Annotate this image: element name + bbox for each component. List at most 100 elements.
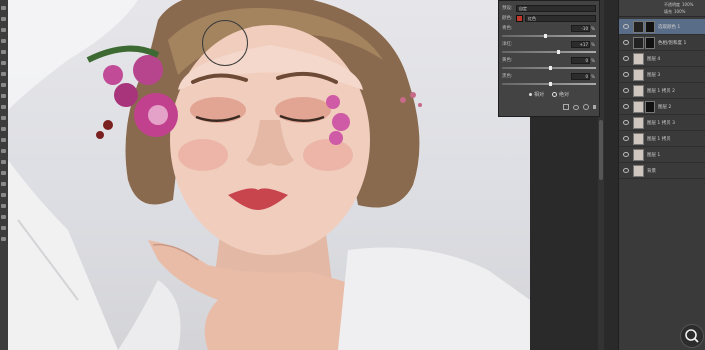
reset-icon[interactable]	[583, 104, 589, 110]
magenta-slider[interactable]	[502, 50, 596, 54]
tool-icon[interactable]	[1, 160, 6, 164]
cyan-slider[interactable]	[502, 34, 596, 38]
eye-icon[interactable]	[623, 168, 629, 173]
eye-icon[interactable]	[623, 72, 629, 77]
tool-icon[interactable]	[1, 182, 6, 186]
tool-icon[interactable]	[1, 204, 6, 208]
layer-thumbnail	[633, 100, 644, 113]
slider-knob[interactable]	[556, 50, 560, 54]
slider-label: 黑色:	[502, 74, 513, 79]
eye-icon[interactable]	[623, 104, 629, 109]
panel-footer	[502, 103, 596, 111]
percent-sign: %	[591, 73, 595, 79]
preset-row: 预设: 自定	[502, 4, 596, 12]
layers-header: 不透明度 100% 填充 100%	[619, 0, 705, 17]
portrait-photo	[8, 0, 530, 350]
slider-label: 青色:	[502, 26, 513, 31]
tool-icon[interactable]	[1, 39, 6, 43]
slider-label: 洋红:	[502, 42, 513, 47]
layer-name: 图层 1 拷贝 2	[647, 88, 676, 94]
layer-row[interactable]: 选取颜色 1	[619, 19, 705, 35]
layer-row[interactable]: 图层 1 拷贝	[619, 131, 705, 147]
tool-icon[interactable]	[1, 28, 6, 32]
layer-name: 图层 3	[647, 72, 661, 78]
clip-icon[interactable]	[563, 104, 569, 110]
layer-row[interactable]: 图层 1 拷贝 2	[619, 83, 705, 99]
layer-name: 选取颜色 1	[658, 24, 681, 30]
brush-cursor	[202, 20, 248, 66]
opacity-input[interactable]: 100%	[682, 2, 693, 8]
slider-value-input[interactable]: +17	[571, 40, 590, 48]
slider-value-input[interactable]: -10	[571, 24, 590, 32]
layer-row[interactable]: 图层 1 拷贝 3	[619, 115, 705, 131]
percent-sign: %	[591, 41, 595, 47]
layer-row[interactable]: 图层 4	[619, 51, 705, 67]
layer-name: 图层 1 拷贝 3	[647, 120, 676, 126]
slider-value-input[interactable]: 0	[571, 56, 590, 64]
tool-icon[interactable]	[1, 193, 6, 197]
image-canvas[interactable]	[8, 0, 530, 350]
layer-row[interactable]: 色相/饱和度 1	[619, 35, 705, 51]
layer-row[interactable]: 背景	[619, 163, 705, 179]
eye-icon[interactable]	[623, 56, 629, 61]
mode-row: 相对 绝对	[502, 90, 596, 98]
tool-icon[interactable]	[1, 138, 6, 142]
tool-icon[interactable]	[1, 237, 6, 241]
layer-row[interactable]: 图层 1	[619, 147, 705, 163]
layer-name: 背景	[647, 168, 656, 174]
slider-label: 黄色:	[502, 58, 513, 63]
tool-icon[interactable]	[1, 171, 6, 175]
eye-icon[interactable]	[623, 152, 629, 157]
layer-mask-thumbnail	[645, 20, 655, 33]
color-select[interactable]: 红色	[525, 14, 596, 22]
layer-thumbnail	[633, 148, 644, 161]
layer-row[interactable]: 图层 3	[619, 67, 705, 83]
tool-icon[interactable]	[1, 149, 6, 153]
search-button[interactable]	[680, 324, 704, 348]
eye-icon[interactable]	[623, 136, 629, 141]
eye-icon[interactable]	[623, 24, 629, 29]
slider-row-magenta: 洋红: +17 %	[502, 40, 596, 48]
tool-icon[interactable]	[1, 50, 6, 54]
eye-icon[interactable]	[623, 40, 629, 45]
tool-icon[interactable]	[1, 94, 6, 98]
layer-name: 图层 4	[647, 56, 661, 62]
eye-icon[interactable]	[573, 104, 579, 110]
slider-row-cyan: 青色: -10 %	[502, 24, 596, 32]
tool-icon[interactable]	[1, 116, 6, 120]
layer-row[interactable]: 图层 2	[619, 99, 705, 115]
tool-icon[interactable]	[1, 83, 6, 87]
fill-row: 填充 100%	[664, 9, 685, 15]
tool-icon[interactable]	[1, 6, 6, 10]
slider-knob[interactable]	[544, 34, 548, 38]
relative-radio[interactable]: 相对	[528, 91, 544, 98]
tool-icon[interactable]	[1, 72, 6, 76]
tool-icon[interactable]	[1, 226, 6, 230]
absolute-radio[interactable]: 绝对	[552, 91, 569, 98]
fill-input[interactable]: 100%	[674, 9, 685, 15]
tool-icon[interactable]	[1, 61, 6, 65]
eye-icon[interactable]	[623, 88, 629, 93]
eye-icon[interactable]	[623, 120, 629, 125]
slider-value-input[interactable]: 0	[571, 72, 590, 80]
slider-row-black: 黑色: 0 %	[502, 72, 596, 80]
slider-row-yellow: 黄色: 0 %	[502, 56, 596, 64]
tool-icon[interactable]	[1, 215, 6, 219]
layer-name: 图层 1 拷贝	[647, 136, 671, 142]
layer-thumbnail	[633, 52, 644, 65]
slider-knob[interactable]	[549, 82, 552, 86]
tool-icon[interactable]	[1, 127, 6, 131]
absolute-label: 绝对	[559, 91, 570, 98]
trash-icon[interactable]	[593, 105, 596, 109]
black-slider[interactable]	[502, 82, 596, 86]
tool-icon[interactable]	[1, 105, 6, 109]
yellow-slider[interactable]	[502, 66, 596, 70]
layer-thumbnail	[633, 20, 644, 33]
tool-icon[interactable]	[1, 17, 6, 21]
search-icon	[685, 329, 699, 343]
scrollbar-thumb[interactable]	[599, 120, 603, 180]
layer-name: 色相/饱和度 1	[658, 40, 687, 46]
slider-knob[interactable]	[549, 66, 552, 70]
layer-mask-thumbnail	[645, 100, 655, 113]
preset-select[interactable]: 自定	[516, 4, 596, 12]
